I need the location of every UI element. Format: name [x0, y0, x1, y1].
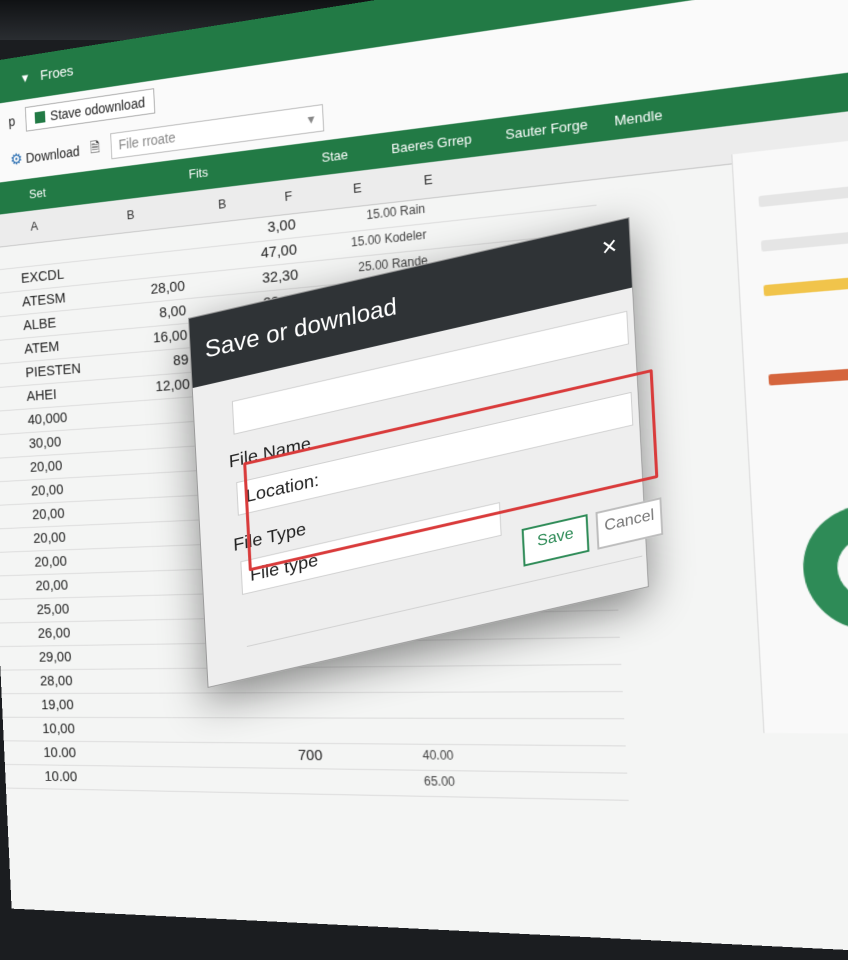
save-button[interactable]: Save: [522, 514, 590, 567]
table-cell[interactable]: 29,00: [39, 648, 145, 666]
gear-icon: ⚙: [10, 151, 23, 169]
table-cell[interactable]: 65.00: [353, 773, 455, 789]
table-cell[interactable]: 40.00: [352, 747, 454, 763]
header-cell: Baeres Grrep: [391, 131, 472, 157]
table-cell[interactable]: 20,00: [33, 526, 139, 547]
table-cell[interactable]: 20,00: [35, 575, 141, 594]
table-row: 19,00: [2, 692, 625, 719]
column-header[interactable]: B: [126, 207, 134, 222]
table-cell[interactable]: [348, 670, 449, 671]
table-row: 28,00: [0, 665, 622, 694]
menu-label: Froes: [40, 62, 74, 83]
header-cell: Stae: [321, 147, 348, 166]
header-cell: Fits: [188, 164, 208, 181]
table-cell[interactable]: 40,000: [27, 405, 133, 429]
donut-chart: [800, 502, 848, 632]
table-cell[interactable]: 20,00: [34, 550, 140, 570]
tab-text[interactable]: p: [8, 113, 15, 129]
side-panel: [731, 126, 848, 735]
table-cell[interactable]: 20,00: [32, 502, 138, 523]
table-cell[interactable]: 19,00: [41, 697, 147, 714]
table-cell[interactable]: 20,00: [30, 453, 136, 475]
column-header[interactable]: B: [218, 196, 227, 212]
panel-bar: [758, 181, 848, 208]
table-cell[interactable]: 16,00: [88, 327, 188, 352]
ribbon-menu[interactable]: ▾ Froes: [21, 62, 73, 87]
column-header[interactable]: E: [423, 171, 433, 188]
table-cell[interactable]: 26,00: [37, 623, 143, 641]
chevron-down-icon: ▾: [21, 69, 28, 87]
file-input-placeholder: File rroate: [118, 129, 176, 153]
table-cell[interactable]: 89: [89, 351, 189, 376]
file-type-field[interactable]: File type: [240, 502, 501, 595]
save-icon: [34, 111, 45, 124]
header-cell: Sauter Forge: [505, 116, 588, 142]
table-cell[interactable]: 30,00: [28, 429, 134, 452]
table-cell[interactable]: 700: [217, 746, 323, 764]
download-button[interactable]: ⚙ Download: [10, 141, 80, 169]
panel-bar: [761, 224, 848, 252]
panel-bar: [768, 362, 848, 386]
table-cell[interactable]: [218, 771, 323, 773]
column-header[interactable]: F: [284, 188, 292, 204]
column-header[interactable]: E: [353, 180, 362, 196]
table-cell[interactable]: 28,00: [40, 672, 146, 689]
document-icon: 🗎: [89, 136, 100, 160]
header-cell: Mendle: [614, 107, 663, 129]
column-header[interactable]: A: [30, 218, 38, 233]
close-icon[interactable]: ✕: [600, 233, 618, 262]
dropdown-icon: ▾: [307, 110, 315, 128]
table-cell[interactable]: 10.00: [44, 768, 151, 786]
table-cell[interactable]: 10.00: [43, 744, 150, 762]
header-cell: Set: [29, 185, 46, 201]
table-cell[interactable]: 25,00: [36, 599, 142, 618]
panel-bar: [763, 276, 848, 297]
chip-label: Stave odownload: [50, 94, 145, 123]
table-cell[interactable]: 20,00: [31, 477, 137, 499]
download-label: Download: [25, 143, 79, 165]
table-cell[interactable]: 12,00: [90, 376, 190, 400]
table-cell[interactable]: 10,00: [42, 721, 148, 738]
